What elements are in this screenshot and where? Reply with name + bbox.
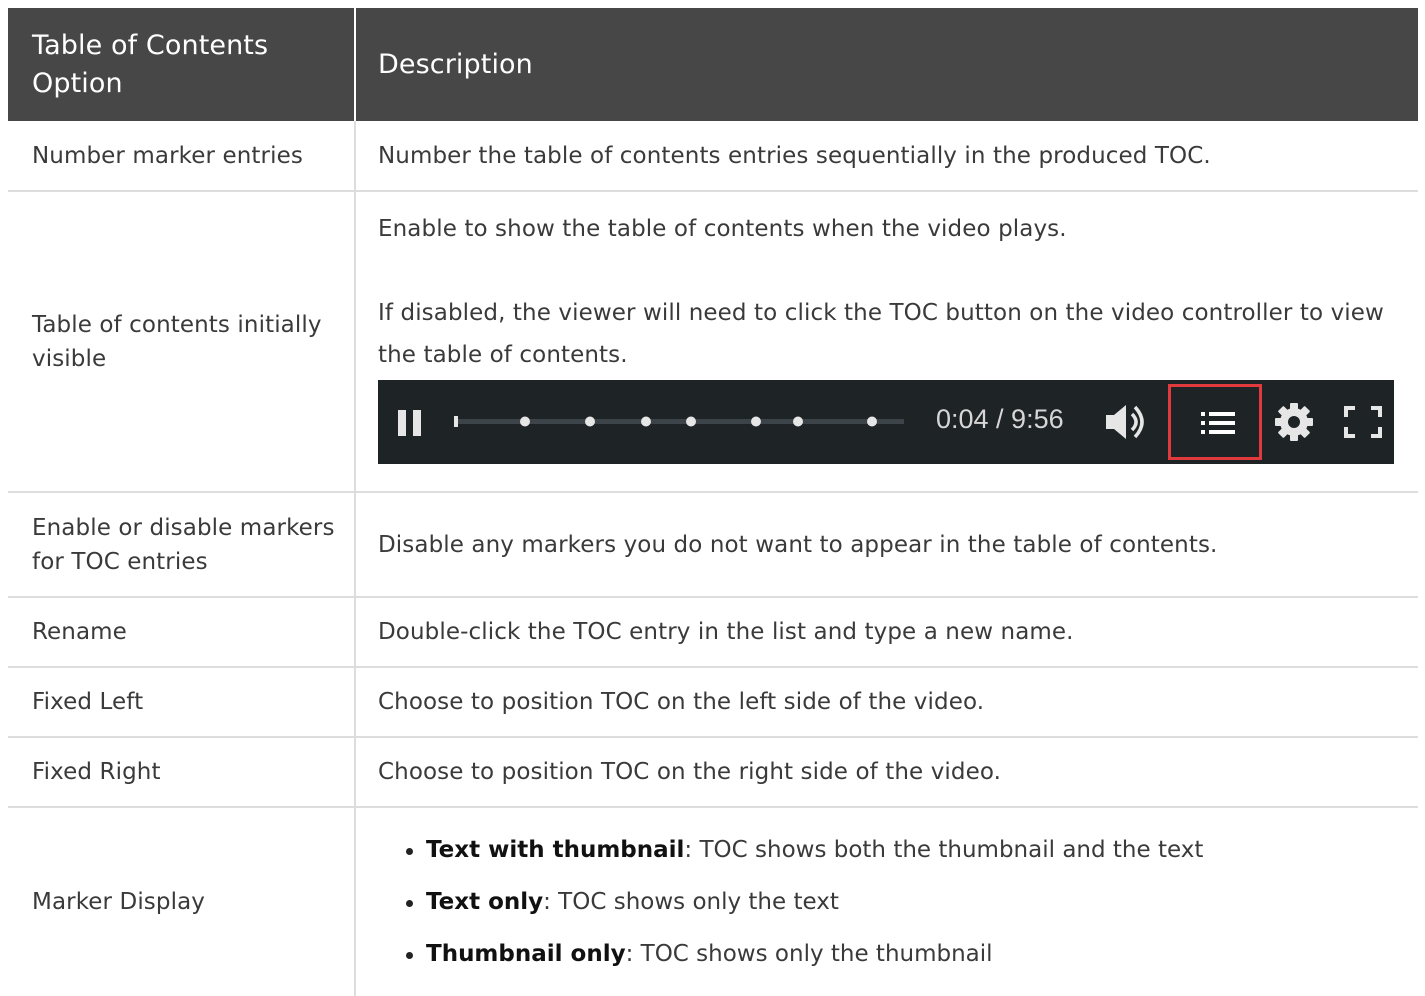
option-label: Fixed Right [32,759,161,785]
header-description-label: Description [378,48,533,80]
gear-icon[interactable] [1274,402,1314,442]
option-label: Rename [32,619,127,645]
description-cell: Double-click the TOC entry in the list a… [356,598,1418,666]
table-row: Marker Display Text with thumbnail: TOC … [8,808,1418,996]
description-cell: Text with thumbnail: TOC shows both the … [356,808,1418,996]
description-text: Choose to position TOC on the right side… [378,759,1002,785]
toc-button[interactable] [1168,384,1262,460]
description-text: Disable any markers you do not want to a… [378,531,1218,558]
option-cell: Number marker entries [8,121,356,190]
option-cell: Enable or disable markers for TOC entrie… [8,493,356,596]
table-row: Enable or disable markers for TOC entrie… [8,493,1418,598]
table-row: Fixed Right Choose to position TOC on th… [8,738,1418,808]
marker-display-list: Text with thumbnail: TOC shows both the … [378,824,1203,980]
description-text: Choose to position TOC on the left side … [378,689,985,715]
list-item: Text only: TOC shows only the text [378,876,1203,928]
option-label: Number marker entries [32,142,303,169]
toc-list-icon [1201,412,1235,434]
description-text: Double-click the TOC entry in the list a… [378,619,1074,645]
description-text: Number the table of contents entries seq… [378,142,1211,169]
option-cell: Rename [8,598,356,666]
table-row: Fixed Left Choose to position TOC on the… [8,668,1418,738]
time-display: 0:04 / 9:56 [936,404,1064,434]
option-label: Table of contents initially visible [32,311,322,372]
bullet-text: : TOC shows only the text [543,889,839,915]
header-cell-option: Table of Contents Option [8,8,356,121]
list-item: Thumbnail only: TOC shows only the thumb… [378,928,1203,980]
video-controller: 0:04 / 9:56 [378,380,1394,464]
header-cell-description: Description [356,8,1418,121]
table-row: Rename Double-click the TOC entry in the… [8,598,1418,668]
bullet-text: : TOC shows both the thumbnail and the t… [684,837,1204,863]
table-row: Table of contents initially visible Enab… [8,192,1418,493]
description-cell: Number the table of contents entries seq… [356,121,1418,190]
option-cell: Fixed Left [8,668,356,736]
description-cell: Disable any markers you do not want to a… [356,493,1418,596]
option-cell: Fixed Right [8,738,356,806]
option-label: Fixed Left [32,689,144,715]
bullet-term: Text only [426,889,544,915]
fullscreen-icon[interactable] [1344,406,1382,438]
description-text: Enable to show the table of contents whe… [378,216,1067,242]
header-option-label: Table of Contents Option [32,29,269,99]
table-header-row: Table of Contents Option Description [8,8,1418,121]
bullet-term: Thumbnail only [426,941,626,967]
pause-icon[interactable] [398,410,422,436]
option-label: Marker Display [32,889,205,915]
option-cell: Marker Display [8,808,356,996]
description-cell: Enable to show the table of contents whe… [356,192,1418,491]
description-cell: Choose to position TOC on the left side … [356,668,1418,736]
list-item: Text with thumbnail: TOC shows both the … [378,824,1203,876]
seek-bar[interactable] [454,413,904,427]
description-cell: Choose to position TOC on the right side… [356,738,1418,806]
bullet-text: : TOC shows only the thumbnail [625,941,993,967]
option-label: Enable or disable markers for TOC entrie… [32,514,335,575]
option-cell: Table of contents initially visible [8,192,356,491]
description-text-2: If disabled, the viewer will need to cli… [378,300,1384,368]
volume-icon[interactable] [1104,402,1152,442]
bullet-term: Text with thumbnail [426,837,685,863]
table-row: Number marker entries Number the table o… [8,121,1418,192]
